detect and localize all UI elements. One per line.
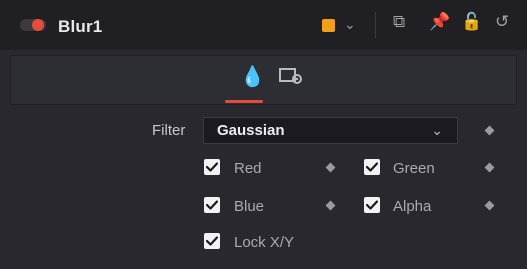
keyframe-diamond-red[interactable] bbox=[325, 162, 336, 173]
tab-strip: 💧 bbox=[10, 55, 517, 105]
keyframe-diamond-green[interactable] bbox=[484, 162, 495, 173]
keyframe-diamond-filter[interactable] bbox=[484, 125, 495, 136]
chevron-down-icon[interactable]: ⌄ bbox=[344, 16, 356, 33]
check-icon bbox=[206, 162, 218, 172]
keyframe-diamond-alpha[interactable] bbox=[484, 200, 495, 211]
checkbox-green[interactable] bbox=[364, 159, 380, 175]
settings-icon bbox=[279, 68, 302, 84]
drop-icon: 💧 bbox=[240, 66, 265, 88]
node-title: Blur1 bbox=[58, 17, 103, 36]
checkbox-red[interactable] bbox=[204, 159, 220, 175]
color-swatch[interactable] bbox=[322, 19, 335, 32]
active-tab-indicator bbox=[225, 100, 263, 103]
check-icon bbox=[206, 236, 218, 246]
checkbox-blue[interactable] bbox=[204, 197, 220, 213]
check-icon bbox=[366, 162, 378, 172]
tab-settings[interactable] bbox=[279, 67, 303, 85]
keyframe-diamond-blue[interactable] bbox=[325, 200, 336, 211]
copy-icon[interactable]: ⧉ bbox=[393, 12, 405, 32]
node-header: Blur1 ⌄ ⧉ 📌 🔓 ↺ bbox=[0, 0, 527, 50]
filter-value: Gaussian bbox=[217, 122, 285, 139]
checkbox-lock-xy[interactable] bbox=[204, 233, 220, 249]
inspector-panel: Blur1 ⌄ ⧉ 📌 🔓 ↺ 💧 Filter Gaussian ⌄ Red … bbox=[0, 0, 527, 269]
filter-dropdown[interactable]: Gaussian ⌄ bbox=[203, 117, 458, 144]
check-icon bbox=[366, 200, 378, 210]
checkbox-alpha[interactable] bbox=[364, 197, 380, 213]
toggle-dot bbox=[32, 19, 44, 31]
reset-icon[interactable]: ↺ bbox=[495, 12, 509, 32]
header-separator bbox=[375, 12, 376, 38]
lock-icon[interactable]: 🔓 bbox=[461, 12, 482, 32]
checkbox-label-green: Green bbox=[393, 160, 435, 177]
node-enable-toggle[interactable] bbox=[20, 19, 46, 31]
chevron-down-icon: ⌄ bbox=[431, 122, 443, 138]
checkbox-label-lock-xy: Lock X/Y bbox=[234, 234, 295, 251]
checkbox-label-alpha: Alpha bbox=[393, 198, 432, 215]
checkbox-label-blue: Blue bbox=[234, 198, 265, 215]
checkbox-label-red: Red bbox=[234, 160, 262, 177]
check-icon bbox=[206, 200, 218, 210]
tab-drop[interactable]: 💧 bbox=[240, 64, 265, 88]
filter-label: Filter bbox=[152, 122, 186, 139]
pin-icon[interactable]: 📌 bbox=[429, 12, 450, 32]
